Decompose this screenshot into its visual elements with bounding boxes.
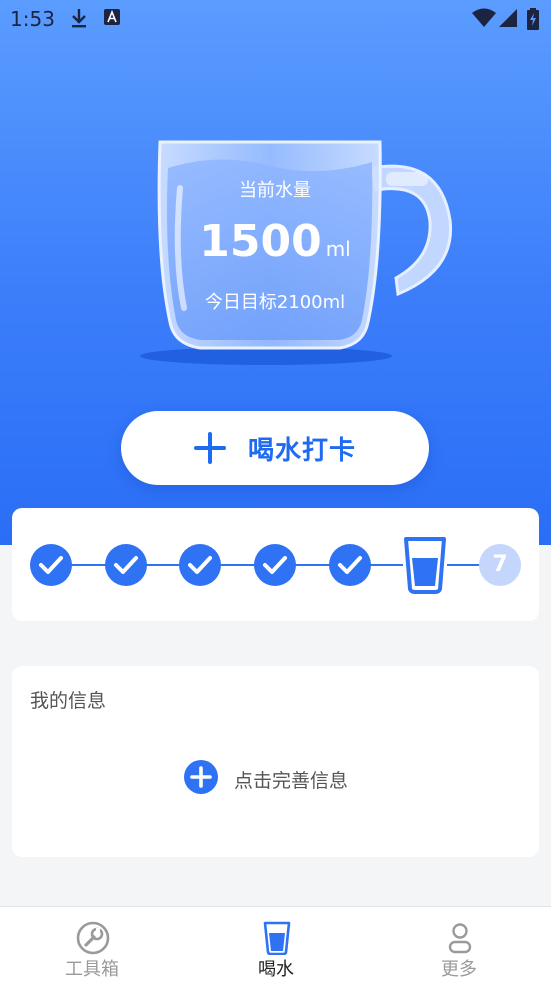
progress-step-4: [254, 544, 296, 586]
check-icon: [39, 556, 63, 574]
progress-step-1: [30, 544, 72, 586]
daily-progress-card: 7: [12, 508, 539, 621]
current-amount-unit: ml: [325, 237, 351, 261]
checkin-button-label: 喝水打卡: [247, 435, 356, 466]
progress-step-7: 7: [479, 544, 521, 586]
check-icon: [263, 556, 287, 574]
water-cup-icon: [260, 921, 294, 956]
current-water-label: 当前水量: [239, 180, 311, 201]
current-water-amount: 1500 ml: [150, 216, 400, 267]
signal-icon: [498, 8, 518, 32]
battery-charging-icon: [526, 8, 540, 34]
plus-icon: [193, 432, 226, 464]
checkin-button[interactable]: 喝水打卡: [121, 411, 429, 485]
my-info-title: 我的信息: [30, 690, 107, 712]
check-icon: [114, 556, 138, 574]
progress-step-3: [179, 544, 221, 586]
person-icon: [443, 921, 477, 955]
wrench-icon: [76, 921, 110, 955]
progress-step-5: [329, 544, 371, 586]
tab-more[interactable]: 更多: [367, 907, 551, 982]
tab-toolbox-label: 工具箱: [65, 959, 119, 980]
tab-water-label: 喝水: [258, 959, 294, 980]
bottom-tab-bar: 工具箱 喝水 更多: [0, 906, 551, 982]
daily-target: 今日目标2100ml: [204, 292, 346, 313]
tab-water[interactable]: 喝水: [184, 907, 368, 982]
complete-info-label: 点击完善信息: [234, 769, 349, 792]
progress-step-2: [105, 544, 147, 586]
current-amount-number: 1500: [199, 216, 322, 267]
plus-circle-icon: [184, 760, 218, 798]
complete-info-button[interactable]: 点击完善信息: [184, 760, 348, 798]
current-step-cup-icon: [403, 536, 447, 598]
check-icon: [338, 556, 362, 574]
status-time: 1:53: [10, 7, 55, 31]
status-bar: 1:53: [0, 0, 551, 38]
download-icon: [70, 8, 88, 32]
my-info-card: 我的信息 点击完善信息: [12, 666, 539, 857]
font-app-icon: [104, 8, 120, 30]
check-icon: [188, 556, 212, 574]
tab-more-label: 更多: [441, 959, 477, 980]
tab-toolbox[interactable]: 工具箱: [0, 907, 184, 982]
wifi-icon: [472, 8, 496, 32]
